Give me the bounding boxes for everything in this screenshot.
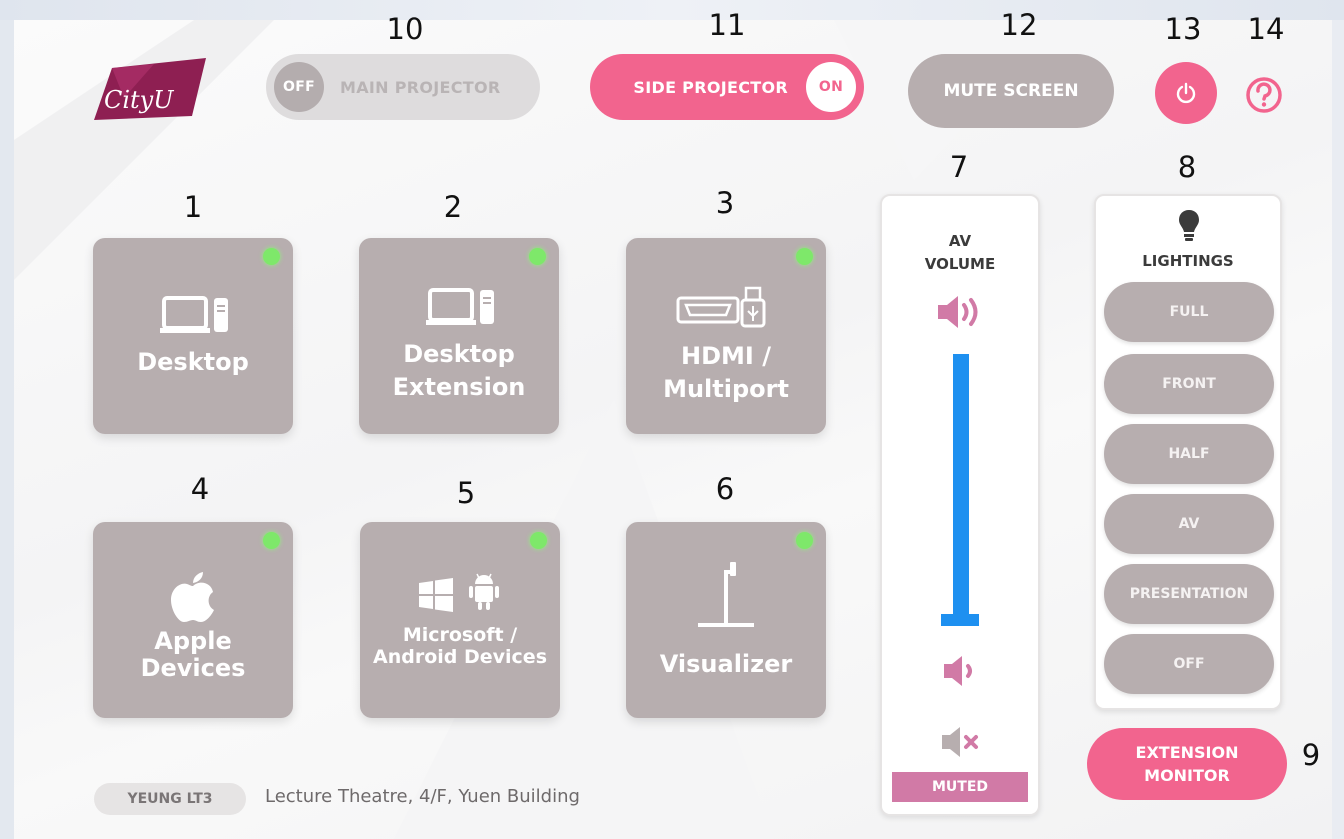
hdmi-usb-icon xyxy=(676,284,776,330)
annotation-number: 4 xyxy=(190,472,210,506)
volume-down-button[interactable] xyxy=(940,654,980,692)
annotation-number: 8 xyxy=(1177,150,1197,184)
source-tile-desktop-extension[interactable]: Desktop Extension xyxy=(359,238,559,434)
cityu-logo: CityU xyxy=(94,58,206,120)
source-tile-visualizer[interactable]: Visualizer xyxy=(626,522,826,718)
extension-monitor-line1: EXTENSION xyxy=(1135,743,1239,762)
source-label: Apple Devices xyxy=(140,627,246,682)
status-indicator xyxy=(796,532,813,549)
annotation-number: 11 xyxy=(708,8,746,42)
mute-screen-label: MUTE SCREEN xyxy=(943,81,1079,101)
status-indicator xyxy=(529,248,546,265)
source-tile-hdmi-multiport[interactable]: HDMI / Multiport xyxy=(626,238,826,434)
volume-title-line2: VOLUME xyxy=(924,255,996,273)
lighting-title: LIGHTINGS xyxy=(1142,252,1234,270)
visualizer-icon xyxy=(696,560,756,630)
volume-slider-track[interactable] xyxy=(953,354,969,618)
desktop-icon xyxy=(156,294,230,336)
lighting-half-button[interactable]: HALF xyxy=(1104,424,1274,484)
room-description: Lecture Theatre, 4/F, Yuen Building xyxy=(265,786,580,807)
toggle-knob-off: OFF xyxy=(274,62,324,112)
help-icon xyxy=(1246,77,1282,113)
power-button[interactable] xyxy=(1155,62,1217,124)
side-projector-label: SIDE PROJECTOR xyxy=(633,77,788,97)
lighting-panel: LIGHTINGS FULL FRONT HALF AV PRESENTATIO… xyxy=(1094,194,1282,710)
annotation-number: 13 xyxy=(1164,12,1202,46)
volume-slider-handle[interactable] xyxy=(941,614,979,626)
volume-down-icon xyxy=(944,656,972,686)
lighting-front-button[interactable]: FRONT xyxy=(1104,354,1274,414)
volume-up-button[interactable] xyxy=(934,294,988,334)
volume-up-icon xyxy=(938,296,978,328)
volume-title: AV VOLUME xyxy=(882,230,1038,276)
help-button[interactable] xyxy=(1245,76,1283,114)
source-label: Visualizer xyxy=(659,649,793,678)
main-projector-label: MAIN PROJECTOR xyxy=(340,77,501,97)
logo-text: CityU xyxy=(104,86,174,114)
annotation-number: 10 xyxy=(386,12,424,46)
lightbulb-icon xyxy=(1178,208,1200,246)
status-indicator xyxy=(263,532,280,549)
desktop-icon xyxy=(422,286,496,328)
source-tile-microsoft-android[interactable]: Microsoft / Android Devices xyxy=(360,522,560,718)
extension-monitor-line2: MONITOR xyxy=(1144,766,1230,785)
annotation-number: 14 xyxy=(1247,12,1285,46)
lighting-off-button[interactable]: OFF xyxy=(1104,634,1274,694)
main-projector-toggle[interactable]: OFF MAIN PROJECTOR xyxy=(266,54,540,120)
power-icon xyxy=(1176,82,1196,104)
source-tile-apple-devices[interactable]: Apple Devices xyxy=(93,522,293,718)
annotation-number: 3 xyxy=(715,186,735,220)
source-label: Desktop xyxy=(137,347,249,376)
background-strip xyxy=(0,0,1344,20)
annotation-number: 7 xyxy=(949,150,969,184)
annotation-number: 5 xyxy=(456,476,476,510)
annotation-number: 9 xyxy=(1301,738,1321,772)
status-indicator xyxy=(796,248,813,265)
volume-mute-icon xyxy=(942,727,978,757)
source-label: Microsoft / Android Devices xyxy=(373,624,547,668)
volume-title-line1: AV xyxy=(948,232,972,250)
room-code-badge: YEUNG LT3 xyxy=(94,783,246,815)
lighting-presentation-button[interactable]: PRESENTATION xyxy=(1104,564,1274,624)
mute-screen-button[interactable]: MUTE SCREEN xyxy=(908,54,1114,128)
extension-monitor-button[interactable]: EXTENSION MONITOR xyxy=(1087,728,1287,800)
annotation-number: 2 xyxy=(443,190,463,224)
lighting-full-button[interactable]: FULL xyxy=(1104,282,1274,342)
status-indicator xyxy=(263,248,280,265)
volume-panel: AV VOLUME MUTED xyxy=(880,194,1040,816)
volume-status-bar: MUTED xyxy=(892,772,1028,802)
side-projector-toggle[interactable]: SIDE PROJECTOR ON xyxy=(590,54,864,120)
status-indicator xyxy=(530,532,547,549)
lighting-av-button[interactable]: AV xyxy=(1104,494,1274,554)
background-edge xyxy=(0,20,14,839)
annotation-number: 6 xyxy=(715,472,735,506)
source-tile-desktop[interactable]: Desktop xyxy=(93,238,293,434)
annotation-number: 1 xyxy=(183,190,203,224)
annotation-number: 12 xyxy=(1000,8,1038,42)
toggle-knob-on: ON xyxy=(806,62,856,112)
windows-android-icon xyxy=(419,572,501,612)
apple-icon xyxy=(171,572,215,622)
source-label: HDMI / Multiport xyxy=(663,342,789,403)
volume-mute-button[interactable] xyxy=(938,726,982,762)
source-label: Desktop Extension xyxy=(392,340,526,401)
